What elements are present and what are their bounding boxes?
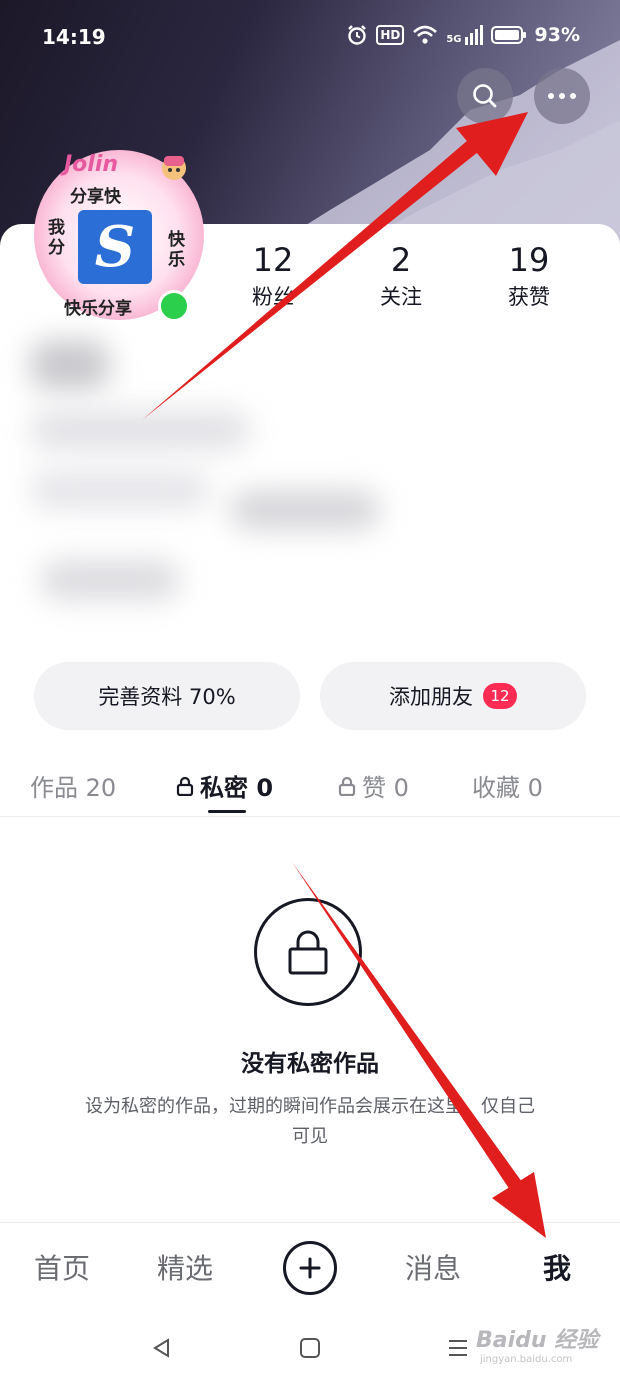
stat-label: 关注 (380, 285, 422, 309)
complete-profile-button[interactable]: 完善资料 70% (34, 662, 300, 730)
stat-value: 12 (252, 241, 294, 279)
hd-icon: HD (376, 25, 405, 45)
tab-private[interactable]: 私密 0 (176, 768, 273, 803)
alarm-icon (348, 25, 367, 45)
watermark-url: jingyan.baidu.com (480, 1354, 573, 1365)
stat-likes[interactable]: 19 获赞 (489, 240, 569, 312)
battery-percent: 93% (534, 24, 580, 46)
tab-label: 赞 0 (362, 774, 409, 802)
signal-icon: 5G (446, 25, 483, 45)
empty-state-lock (254, 898, 362, 1006)
lock-icon (288, 930, 328, 975)
tab-label: 私密 0 (200, 774, 274, 802)
avatar-letter: S (94, 214, 136, 280)
watermark-brand: Baidu 经验 (476, 1328, 599, 1353)
search-icon (473, 84, 497, 108)
avatar-text-right: 快乐 (168, 230, 185, 270)
avatar-character-icon (162, 156, 186, 180)
stat-value: 19 (508, 241, 550, 279)
create-button[interactable] (283, 1241, 337, 1295)
wifi-icon (413, 25, 438, 44)
active-tab-indicator (208, 810, 246, 813)
tab-favorites[interactable]: 收藏 0 (472, 768, 543, 803)
content-tabs: 作品 20 私密 0 赞 0 收藏 0 (0, 752, 620, 817)
empty-state-description: 设为私密的作品，过期的瞬间作品会展示在这里，仅自己可见 (85, 1096, 535, 1147)
tab-label: 作品 20 (30, 774, 117, 802)
nav-me[interactable]: 我 (543, 1247, 571, 1287)
status-time: 14:19 (42, 25, 106, 49)
more-icon (548, 93, 576, 99)
nav-messages[interactable]: 消息 (405, 1247, 461, 1287)
status-bar: 14:19 HD 5G 93% (0, 0, 620, 76)
avatar-logo: S (78, 210, 152, 284)
status-icons: HD 5G 93% (346, 24, 580, 46)
home-icon[interactable] (298, 1336, 322, 1360)
stat-followers[interactable]: 12 粉丝 (233, 240, 313, 312)
avatar-text-top: 分享快 (70, 187, 121, 207)
stat-label: 粉丝 (252, 285, 294, 309)
plus-icon (299, 1257, 321, 1279)
battery-icon (490, 26, 526, 44)
avatar-text-left: 我分 (48, 218, 65, 258)
tab-label: 收藏 0 (472, 774, 543, 802)
friend-requests-badge: 12 (483, 683, 517, 709)
network-label: 5G (446, 34, 462, 45)
add-friends-button[interactable]: 添加朋友 12 (320, 662, 586, 730)
stat-following[interactable]: 2 关注 (361, 240, 441, 312)
avatar-logo-text: Jolin (64, 152, 119, 177)
lock-icon (338, 776, 356, 796)
avatar-text-bottom: 快乐分享 (64, 299, 132, 319)
back-icon[interactable] (150, 1336, 174, 1360)
nav-featured[interactable]: 精选 (157, 1247, 213, 1287)
complete-profile-label: 完善资料 70% (98, 685, 236, 709)
tab-liked[interactable]: 赞 0 (338, 768, 409, 803)
menu-icon[interactable] (446, 1336, 470, 1360)
bottom-nav: 首页 精选 消息 我 (0, 1222, 620, 1315)
online-status-dot (158, 290, 190, 322)
add-friends-label: 添加朋友 (389, 685, 473, 709)
more-button[interactable] (534, 68, 590, 124)
lock-icon (176, 776, 194, 796)
nav-home[interactable]: 首页 (34, 1247, 90, 1287)
stat-label: 获赞 (508, 285, 550, 309)
tab-works[interactable]: 作品 20 (30, 768, 116, 803)
empty-state-title: 没有私密作品 (241, 1051, 379, 1077)
stat-value: 2 (390, 241, 412, 279)
search-button[interactable] (457, 68, 513, 124)
